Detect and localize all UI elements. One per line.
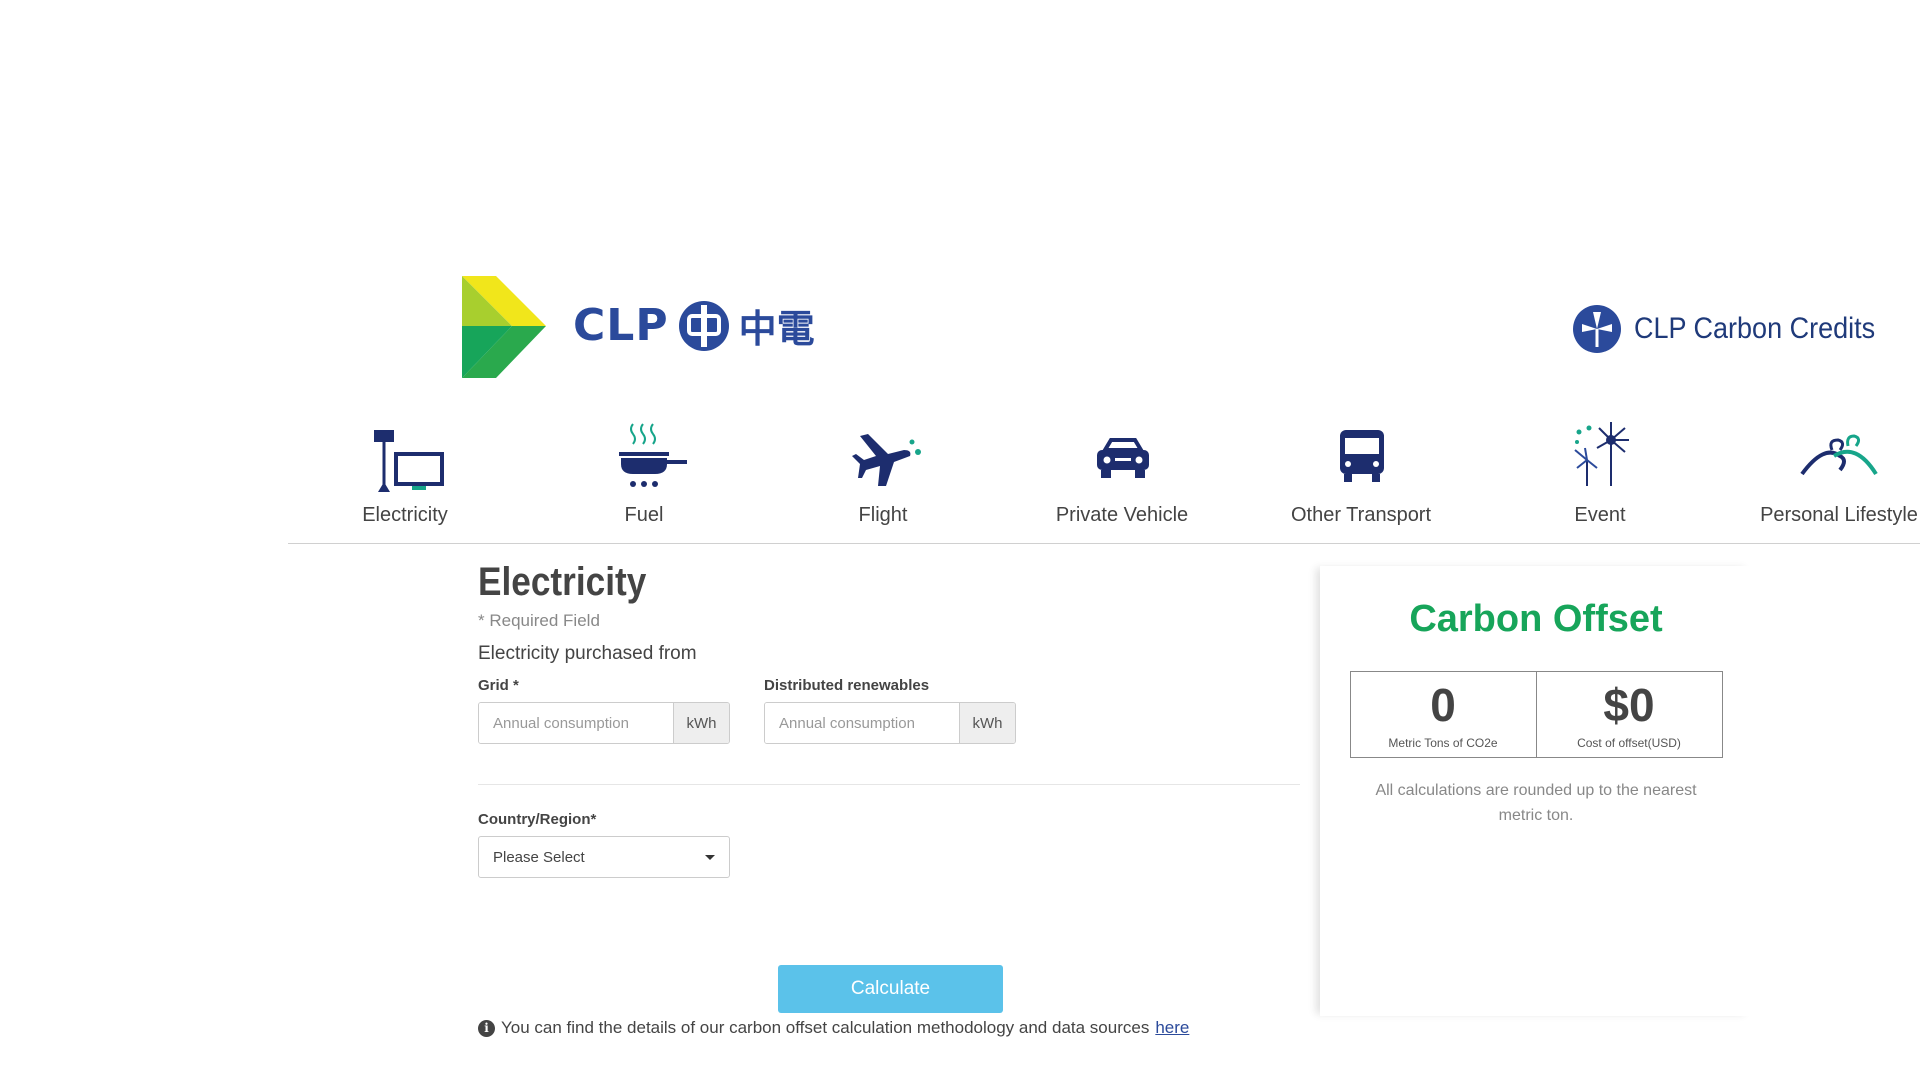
clp-logo-text: CLP xyxy=(573,300,669,351)
required-note: * Required Field xyxy=(478,611,600,630)
caret-down-icon xyxy=(705,854,715,860)
clp-logo-cjk: 中電 xyxy=(738,309,815,351)
category-label: Electricity xyxy=(362,504,448,526)
country-select-value: Please Select xyxy=(493,848,585,866)
category-personal-lifestyle[interactable]: Personal Lifestyle xyxy=(1739,420,1920,527)
category-nav: Electricity Fuel Flight Private Vehicle … xyxy=(288,420,1920,544)
info-text: You can find the details of our carbon o… xyxy=(501,1018,1150,1037)
renewables-field: Distributed renewables kWh xyxy=(764,677,1016,744)
purchased-from-label: Electricity purchased from xyxy=(478,643,697,664)
renewables-unit: kWh xyxy=(959,703,1015,743)
methodology-link[interactable]: here xyxy=(1155,1018,1189,1038)
rounding-note: All calculations are rounded up to the n… xyxy=(1375,782,1697,824)
grid-field: Grid * kWh xyxy=(478,677,730,744)
category-label: Event xyxy=(1574,504,1626,526)
fuel-icon xyxy=(619,423,687,487)
grid-unit: kWh xyxy=(673,703,729,743)
category-label: Flight xyxy=(858,504,908,526)
offset-summary: 0 Metric Tons of CO2e $0 Cost of offset(… xyxy=(1349,671,1723,758)
tons-caption: Metric Tons of CO2e xyxy=(1388,736,1498,750)
bus-icon xyxy=(1340,430,1384,482)
country-label: Country/Region* xyxy=(478,811,597,828)
grid-consumption-input[interactable] xyxy=(479,703,673,743)
category-label: Other Transport xyxy=(1290,504,1432,526)
fireworks-icon xyxy=(1574,422,1629,486)
renewables-label: Distributed renewables xyxy=(764,677,930,694)
form-title: Electricity xyxy=(478,560,647,604)
flight-icon xyxy=(852,434,921,486)
category-electricity[interactable]: Electricity xyxy=(305,420,505,527)
car-icon xyxy=(1097,438,1149,478)
renewables-consumption-input[interactable] xyxy=(765,703,959,743)
country-select[interactable]: Please Select xyxy=(478,836,730,878)
tons-box: 0 Metric Tons of CO2e xyxy=(1351,672,1536,757)
brand-title: CLP Carbon Credits xyxy=(1634,312,1876,345)
clp-logo-mark xyxy=(462,276,546,378)
methodology-info: i You can find the details of our carbon… xyxy=(478,1018,1189,1038)
electricity-icon xyxy=(374,430,444,492)
category-private-vehicle[interactable]: Private Vehicle xyxy=(1022,420,1222,527)
clp-seal-icon xyxy=(678,300,729,351)
category-other-transport[interactable]: Other Transport xyxy=(1261,420,1461,527)
category-label: Fuel xyxy=(624,504,664,526)
calculate-button[interactable]: Calculate xyxy=(778,965,1003,1013)
electricity-form: Electricity * Required Field Electricity… xyxy=(478,560,1300,1037)
carbon-credits-brand[interactable]: CLP Carbon Credits xyxy=(1572,304,1902,354)
cost-box: $0 Cost of offset(USD) xyxy=(1535,672,1722,757)
info-icon: i xyxy=(478,1019,495,1037)
category-flight[interactable]: Flight xyxy=(783,420,983,527)
grid-label: Grid * xyxy=(478,677,519,694)
windmill-icon xyxy=(1573,305,1622,353)
cost-caption: Cost of offset(USD) xyxy=(1577,736,1681,750)
category-fuel[interactable]: Fuel xyxy=(544,420,744,527)
clp-wordmark: CLP 中電 xyxy=(573,298,815,353)
category-label: Private Vehicle xyxy=(1055,504,1189,526)
offset-title: Carbon Offset xyxy=(1409,598,1663,640)
cost-value: $0 xyxy=(1603,679,1655,731)
category-label: Personal Lifestyle xyxy=(1760,504,1918,526)
hanger-icon xyxy=(1800,434,1878,476)
carbon-offset-panel: Carbon Offset 0 Metric Tons of CO2e $0 C… xyxy=(1320,566,1752,1016)
form-divider xyxy=(478,784,1300,785)
tons-value: 0 xyxy=(1430,679,1456,731)
category-event[interactable]: Event xyxy=(1500,420,1700,527)
